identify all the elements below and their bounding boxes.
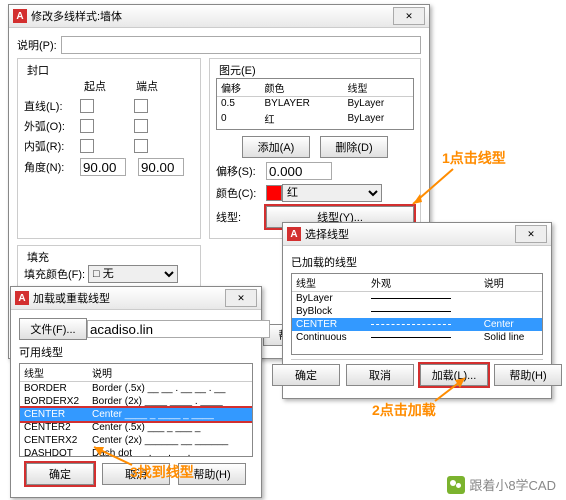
list-item: CENTERX2Center (2x) ______ __ ______ — [20, 434, 252, 447]
app-icon: A — [15, 291, 29, 305]
select-linetype-dialog: A 选择线型 ✕ 已加载的线型 线型外观说明 ByLayer ByBlock C… — [282, 222, 552, 399]
arrow-icon — [430, 376, 470, 404]
offset-input[interactable] — [266, 162, 332, 180]
list-item: CENTERCenter — [292, 318, 542, 331]
titlebar: A 修改多线样式:墙体 ✕ — [9, 5, 429, 28]
app-icon: A — [287, 227, 301, 241]
line-start-checkbox[interactable] — [80, 99, 94, 113]
file-input[interactable] — [87, 320, 270, 338]
delete-button[interactable]: 删除(D) — [320, 136, 388, 158]
angle-start-input[interactable] — [80, 158, 126, 176]
callout-3: 3找到线型 — [130, 462, 194, 482]
arrow-icon — [408, 164, 458, 214]
list-item: ByLayer — [292, 292, 542, 306]
elements-list[interactable]: 偏移颜色线型 0.5BYLAYERByLayer 0红ByLayer -0.5B… — [216, 78, 414, 130]
color-select[interactable]: 红 — [282, 184, 382, 202]
list-item: BORDERX2Border (2x) ____ ____ . ____ — [20, 395, 252, 408]
window-title: 修改多线样式:墙体 — [31, 8, 122, 24]
angle-end-input[interactable] — [138, 158, 184, 176]
list-item: DASHDOTDash dot __ . __ . __ . __ — [20, 447, 252, 457]
fill-color-select[interactable]: □ 无 — [88, 265, 178, 283]
close-icon[interactable]: ✕ — [515, 225, 547, 243]
titlebar: A 选择线型 ✕ — [283, 223, 551, 246]
wechat-icon — [447, 476, 465, 494]
elements-group: 图元(E) 偏移颜色线型 0.5BYLAYERByLayer 0红ByLayer… — [209, 58, 421, 239]
close-icon[interactable]: ✕ — [225, 289, 257, 307]
file-button[interactable]: 文件(F)... — [19, 318, 87, 340]
arrow-icon — [90, 445, 136, 469]
list-item: CENTER2Center (.5x) ___ _ ___ _ — [20, 421, 252, 434]
add-button[interactable]: 添加(A) — [242, 136, 310, 158]
outer-start-checkbox[interactable] — [80, 119, 94, 133]
linetype-list[interactable]: 线型外观说明 ByLayer ByBlock CENTERCenter Cont… — [291, 273, 543, 355]
window-title: 加载或重载线型 — [33, 290, 110, 306]
description-input[interactable] — [61, 36, 421, 54]
titlebar: A 加载或重载线型 ✕ — [11, 287, 261, 310]
list-item: CENTERCenter ____ _ ____ _ ____ — [20, 408, 252, 421]
outer-end-checkbox[interactable] — [134, 119, 148, 133]
available-list[interactable]: 线型说明 BORDERBorder (.5x) __ __ . __ __ . … — [19, 363, 253, 457]
description-label: 说明(P): — [17, 37, 57, 53]
list-item: ContinuousSolid line — [292, 331, 542, 344]
ok-button[interactable]: 确定 — [272, 364, 340, 386]
cancel-button[interactable]: 取消 — [346, 364, 414, 386]
list-item: ByBlock — [292, 305, 542, 318]
help-button[interactable]: 帮助(H) — [494, 364, 562, 386]
callout-2: 2点击加载 — [372, 400, 436, 420]
list-item: BORDERBorder (.5x) __ __ . __ __ . __ — [20, 382, 252, 396]
inner-end-checkbox[interactable] — [134, 139, 148, 153]
inner-start-checkbox[interactable] — [80, 139, 94, 153]
watermark: 跟着小8学CAD — [447, 475, 556, 494]
color-swatch — [266, 185, 282, 201]
line-end-checkbox[interactable] — [134, 99, 148, 113]
caps-group: 封口 起点端点 直线(L): 外弧(O): 内弧(R): 角度(N): — [17, 58, 201, 239]
close-icon[interactable]: ✕ — [393, 7, 425, 25]
window-title: 选择线型 — [305, 226, 349, 242]
ok-button[interactable]: 确定 — [26, 463, 94, 485]
app-icon: A — [13, 9, 27, 23]
